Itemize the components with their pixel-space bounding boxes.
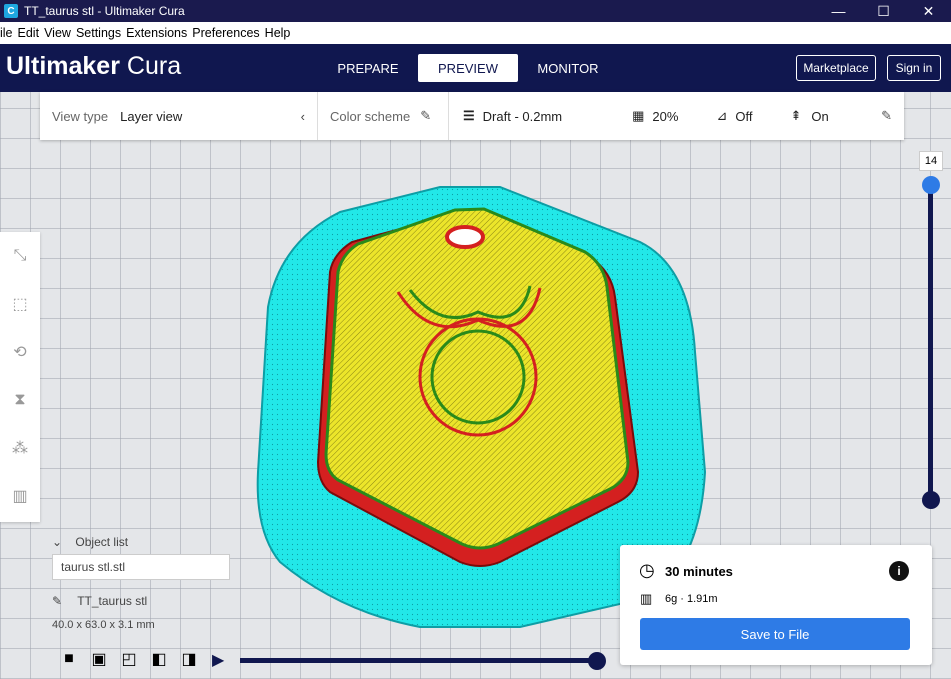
stage-tabs: PREPARE PREVIEW MONITOR bbox=[318, 54, 618, 82]
support-icon: ⊿ bbox=[716, 108, 728, 123]
tab-preview[interactable]: PREVIEW bbox=[418, 54, 518, 82]
print-time: 30 minutes bbox=[665, 564, 733, 579]
window-title: TT_taurus stl - Ultimaker Cura bbox=[24, 4, 185, 18]
menu-settings[interactable]: Settings bbox=[76, 26, 121, 40]
menu-bar: ile Edit View Settings Extensions Prefer… bbox=[0, 22, 951, 44]
menu-view[interactable]: View bbox=[44, 26, 71, 40]
top-view-icon[interactable]: ◰ bbox=[114, 648, 144, 670]
adhesion-value[interactable]: On bbox=[811, 109, 828, 124]
menu-extensions[interactable]: Extensions bbox=[126, 26, 187, 40]
scale-tool-icon[interactable]: ⬚ bbox=[0, 280, 40, 328]
adhesion-icon: ⇞ bbox=[790, 108, 802, 123]
color-scheme-label[interactable]: Color scheme bbox=[330, 109, 410, 124]
view-toolbar: View type Layer view ‹ Color scheme ✎ ☰ … bbox=[40, 92, 904, 140]
move-tool-icon[interactable]: ⤡ bbox=[0, 232, 40, 280]
view-type-label: View type bbox=[52, 108, 109, 124]
cura-app-icon: C bbox=[4, 4, 18, 18]
profile-value[interactable]: Draft - 0.2mm bbox=[483, 109, 562, 124]
material-usage: 6g · 1.91m bbox=[665, 593, 718, 605]
material-icon: ▥ bbox=[640, 591, 653, 606]
menu-file[interactable]: ile bbox=[0, 26, 13, 40]
close-button[interactable]: ✕ bbox=[906, 0, 951, 22]
object-name[interactable]: TT_taurus stl bbox=[77, 594, 147, 608]
edit-settings-pencil-icon[interactable]: ✎ bbox=[881, 108, 892, 124]
app-logo: Ultimaker Cura bbox=[6, 52, 181, 81]
3d-view-icon[interactable]: ■ bbox=[54, 648, 84, 670]
rotate-tool-icon[interactable]: ⟲ bbox=[0, 328, 40, 376]
per-model-settings-icon[interactable]: ⁂ bbox=[0, 424, 40, 472]
maximize-button[interactable]: ☐ bbox=[861, 0, 906, 22]
object-list-toggle[interactable]: ⌄ Object list bbox=[52, 535, 128, 549]
print-info-panel: ◷ 30 minutes i ▥ 6g · 1.91m Save to File bbox=[620, 545, 932, 665]
menu-help[interactable]: Help bbox=[265, 26, 291, 40]
sign-in-button[interactable]: Sign in bbox=[887, 55, 941, 81]
object-name-row: ✎ TT_taurus stl bbox=[52, 594, 147, 608]
object-list-item[interactable]: taurus stl.stl bbox=[52, 554, 230, 580]
clock-icon: ◷ bbox=[639, 560, 655, 580]
logo-product: Cura bbox=[126, 52, 182, 80]
hang-hole bbox=[445, 225, 485, 249]
minimize-button[interactable]: — bbox=[816, 0, 861, 22]
pencil-icon[interactable]: ✎ bbox=[420, 108, 431, 124]
support-value[interactable]: Off bbox=[735, 109, 752, 124]
save-to-file-button[interactable]: Save to File bbox=[640, 618, 910, 650]
layer-path-slider[interactable] bbox=[240, 658, 597, 663]
camera-view-buttons: ■ ▣ ◰ ◧ ◨ bbox=[54, 648, 204, 670]
chevron-left-icon[interactable]: ‹ bbox=[301, 109, 305, 124]
layer-slider-bottom-handle[interactable] bbox=[922, 491, 940, 509]
layer-slider[interactable] bbox=[928, 184, 933, 500]
object-list-label: Object list bbox=[75, 535, 129, 549]
chevron-down-icon: ⌄ bbox=[52, 535, 63, 549]
pencil-icon[interactable]: ✎ bbox=[52, 594, 62, 608]
view-type-select[interactable]: Layer view bbox=[120, 109, 182, 124]
menu-edit[interactable]: Edit bbox=[18, 26, 40, 40]
infill-value[interactable]: 20% bbox=[652, 109, 678, 124]
info-icon[interactable]: i bbox=[889, 561, 909, 581]
left-view-icon[interactable]: ◧ bbox=[144, 648, 174, 670]
right-view-icon[interactable]: ◨ bbox=[174, 648, 204, 670]
logo-brand: Ultimaker bbox=[6, 52, 120, 80]
object-dimensions: 40.0 x 63.0 x 3.1 mm bbox=[52, 619, 155, 631]
play-icon[interactable]: ▶ bbox=[212, 650, 224, 670]
tool-panel: ⤡ ⬚ ⟲ ⧗ ⁂ ▥ bbox=[0, 232, 40, 522]
mirror-tool-icon[interactable]: ⧗ bbox=[0, 376, 40, 424]
support-blocker-icon[interactable]: ▥ bbox=[0, 472, 40, 520]
layer-number[interactable]: 14 bbox=[919, 151, 943, 171]
window-titlebar: C TT_taurus stl - Ultimaker Cura — ☐ ✕ bbox=[0, 0, 951, 22]
front-view-icon[interactable]: ▣ bbox=[84, 648, 114, 670]
tab-monitor[interactable]: MONITOR bbox=[518, 54, 618, 82]
tab-prepare[interactable]: PREPARE bbox=[318, 54, 418, 82]
marketplace-button[interactable]: Marketplace bbox=[796, 55, 876, 81]
profile-icon: ☰ bbox=[463, 108, 475, 123]
infill-icon: ▦ bbox=[632, 108, 645, 123]
layer-slider-top-handle[interactable] bbox=[922, 176, 940, 194]
path-slider-handle[interactable] bbox=[588, 652, 606, 670]
model-top-infill bbox=[324, 207, 630, 550]
menu-preferences[interactable]: Preferences bbox=[192, 26, 259, 40]
app-header: Ultimaker Cura PREPARE PREVIEW MONITOR M… bbox=[0, 44, 951, 92]
